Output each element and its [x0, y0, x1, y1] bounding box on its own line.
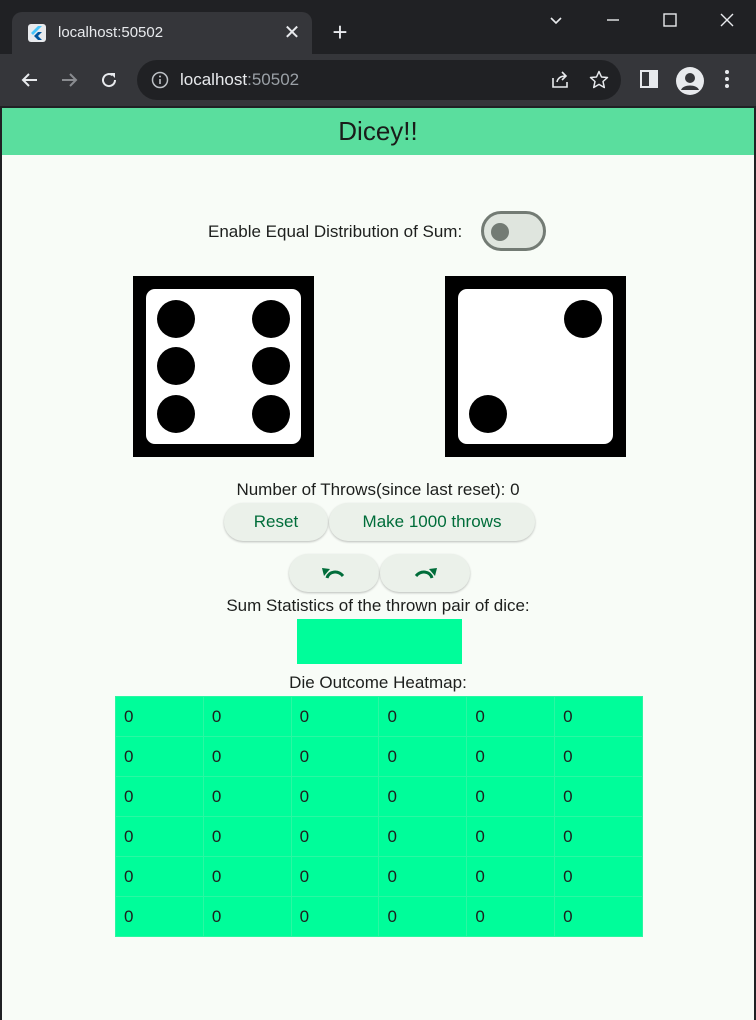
heatmap-row: 0 0 0 0 0 0 — [115, 776, 643, 817]
heatmap-cell: 0 — [554, 776, 643, 817]
die-pip — [564, 300, 602, 338]
heatmap-cell: 0 — [290, 816, 380, 857]
tab-close-icon[interactable]: ✕ — [280, 21, 304, 45]
profile-avatar-icon[interactable] — [676, 67, 704, 95]
url-host: localhost — [180, 70, 248, 89]
heatmap-row: 0 0 0 0 0 0 — [115, 696, 643, 737]
heatmap-cell: 0 — [378, 896, 468, 937]
heatmap-cell: 0 — [466, 776, 556, 817]
heatmap-cell: 0 — [378, 776, 468, 817]
minimize-icon[interactable] — [598, 6, 628, 34]
sum-statistics-chart — [297, 619, 462, 664]
app-bar: Dicey!! — [2, 108, 754, 155]
die-face — [458, 289, 613, 444]
heatmap-cell: 0 — [378, 696, 468, 737]
side-panel-icon[interactable] — [636, 66, 662, 92]
die-pip — [157, 347, 195, 385]
menu-kebab-icon[interactable] — [714, 66, 740, 92]
heatmap-cell: 0 — [202, 776, 292, 817]
heatmap-cell: 0 — [378, 856, 468, 897]
heatmap-row: 0 0 0 0 0 0 — [115, 736, 643, 777]
browser-tab[interactable]: localhost:50502 ✕ — [12, 12, 312, 54]
die-pip — [157, 395, 195, 433]
heatmap-cell: 0 — [466, 896, 556, 937]
die-pip — [157, 300, 195, 338]
redo-icon — [414, 568, 437, 579]
url-port: :50502 — [247, 70, 300, 89]
equal-distribution-switch[interactable] — [481, 211, 546, 251]
heatmap-cell: 0 — [115, 896, 204, 937]
heatmap-cell: 0 — [290, 896, 380, 937]
heatmap-cell: 0 — [115, 776, 204, 817]
heatmap-cell: 0 — [466, 736, 556, 777]
switch-knob — [491, 223, 509, 241]
die-pip — [252, 300, 290, 338]
die-left — [133, 276, 314, 457]
heatmap-cell: 0 — [202, 856, 292, 897]
reset-button[interactable]: Reset — [224, 503, 328, 541]
heatmap-cell: 0 — [466, 816, 556, 857]
heatmap-row: 0 0 0 0 0 0 — [115, 856, 643, 897]
make-1000-throws-button[interactable]: Make 1000 throws — [329, 503, 535, 541]
heatmap-cell: 0 — [378, 736, 468, 777]
address-bar[interactable]: localhost:50502 — [137, 60, 621, 100]
maximize-icon[interactable] — [655, 6, 685, 34]
heatmap-cell: 0 — [290, 856, 380, 897]
heatmap-cell: 0 — [554, 816, 643, 857]
flutter-icon — [28, 24, 46, 42]
heatmap-cell: 0 — [202, 736, 292, 777]
heatmap-cell: 0 — [466, 696, 556, 737]
undo-icon — [322, 568, 345, 579]
close-window-icon[interactable] — [712, 6, 742, 34]
browser-tab-strip: localhost:50502 ✕ + — [0, 0, 756, 54]
tab-title: localhost:50502 — [58, 24, 164, 41]
heatmap-cell: 0 — [554, 696, 643, 737]
undo-button[interactable] — [289, 554, 379, 592]
heatmap-cell: 0 — [115, 816, 204, 857]
heatmap-cell: 0 — [378, 816, 468, 857]
heatmap-row: 0 0 0 0 0 0 — [115, 896, 643, 937]
throw-count-text: Number of Throws(since last reset): 0 — [236, 480, 520, 499]
heatmap-label: Die Outcome Heatmap: — [289, 673, 467, 692]
heatmap-cell: 0 — [554, 856, 643, 897]
heatmap-cell: 0 — [202, 816, 292, 857]
heatmap-cell: 0 — [115, 696, 204, 737]
new-tab-icon[interactable]: + — [326, 18, 354, 46]
app-page: Dicey!! Enable Equal Distribution of Sum… — [2, 108, 754, 1020]
die-pip — [252, 347, 290, 385]
share-icon[interactable] — [549, 69, 571, 91]
equal-distribution-row: Enable Equal Distribution of Sum: — [2, 211, 754, 251]
heatmap-cell: 0 — [554, 896, 643, 937]
die-right — [445, 276, 626, 457]
die-pip — [252, 395, 290, 433]
bookmark-star-icon[interactable] — [588, 69, 610, 91]
heatmap-cell: 0 — [115, 856, 204, 897]
heatmap-cell: 0 — [290, 736, 380, 777]
back-icon[interactable] — [14, 64, 46, 96]
reload-icon[interactable] — [93, 64, 125, 96]
heatmap-cell: 0 — [202, 696, 292, 737]
url-text: localhost:50502 — [180, 70, 299, 90]
equal-distribution-label: Enable Equal Distribution of Sum: — [208, 222, 463, 241]
forward-icon[interactable] — [53, 64, 85, 96]
heatmap-cell: 0 — [554, 736, 643, 777]
die-face — [146, 289, 301, 444]
die-outcome-heatmap: 0 0 0 0 0 0 0 0 0 0 0 0 0 0 0 0 0 0 0 0 … — [115, 696, 643, 937]
redo-button[interactable] — [380, 554, 470, 592]
heatmap-row: 0 0 0 0 0 0 — [115, 816, 643, 857]
heatmap-cell: 0 — [290, 776, 380, 817]
tab-search-icon[interactable] — [541, 6, 571, 34]
heatmap-cell: 0 — [202, 896, 292, 937]
die-pip — [469, 395, 507, 433]
sum-statistics-label: Sum Statistics of the thrown pair of dic… — [226, 596, 530, 615]
app-title: Dicey!! — [338, 116, 418, 146]
browser-toolbar: localhost:50502 — [0, 54, 756, 106]
heatmap-cell: 0 — [466, 856, 556, 897]
heatmap-cell: 0 — [290, 696, 380, 737]
site-info-icon[interactable] — [151, 71, 169, 89]
heatmap-cell: 0 — [115, 736, 204, 777]
